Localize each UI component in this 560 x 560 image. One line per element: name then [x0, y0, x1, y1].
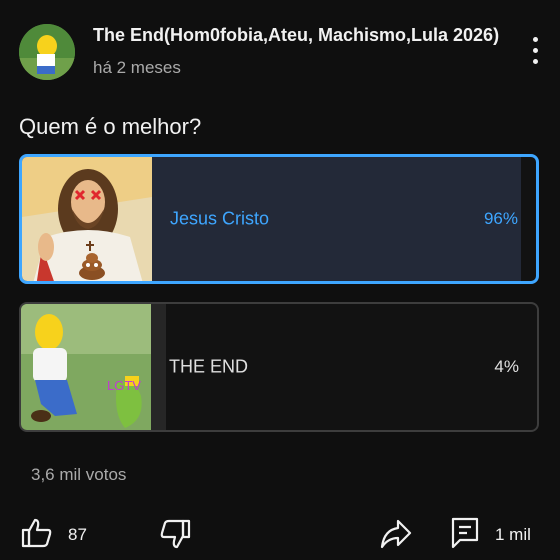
comment-count: 1 mil — [495, 525, 531, 544]
thumbs-down-icon[interactable] — [158, 517, 192, 551]
poll-question: Quem é o melhor? — [19, 114, 202, 139]
vote-count: 3,6 mil votos — [31, 465, 127, 484]
community-post: The End(Hom0fobia,Ateu, Machismo,Lula 20… — [0, 0, 560, 560]
more-vert-icon[interactable] — [524, 33, 548, 69]
like-count: 87 — [68, 525, 87, 544]
avatar[interactable] — [19, 24, 75, 80]
option-2-image: LGTV — [21, 304, 151, 430]
option-2-percent: 4% — [494, 357, 519, 376]
option-1-label: Jesus Cristo — [170, 208, 270, 229]
option-1-image — [22, 157, 152, 281]
option-1-percent: 96% — [483, 209, 518, 228]
poll-option-1[interactable]: Jesus Cristo 96% — [19, 154, 539, 284]
author-name[interactable]: The End(Hom0fobia,Ateu, Machismo,Lula 20… — [93, 25, 499, 46]
share-icon[interactable] — [379, 518, 413, 550]
post-time: há 2 meses — [93, 58, 181, 77]
option-2-label: THE END — [169, 356, 249, 377]
option-2-result-bar — [151, 304, 166, 430]
option-2-image-text: LGTV — [107, 378, 141, 393]
poll-option-2[interactable]: LGTV THE END 4% — [19, 302, 539, 432]
thumbs-up-icon[interactable] — [20, 516, 54, 550]
comment-icon[interactable] — [450, 516, 480, 550]
